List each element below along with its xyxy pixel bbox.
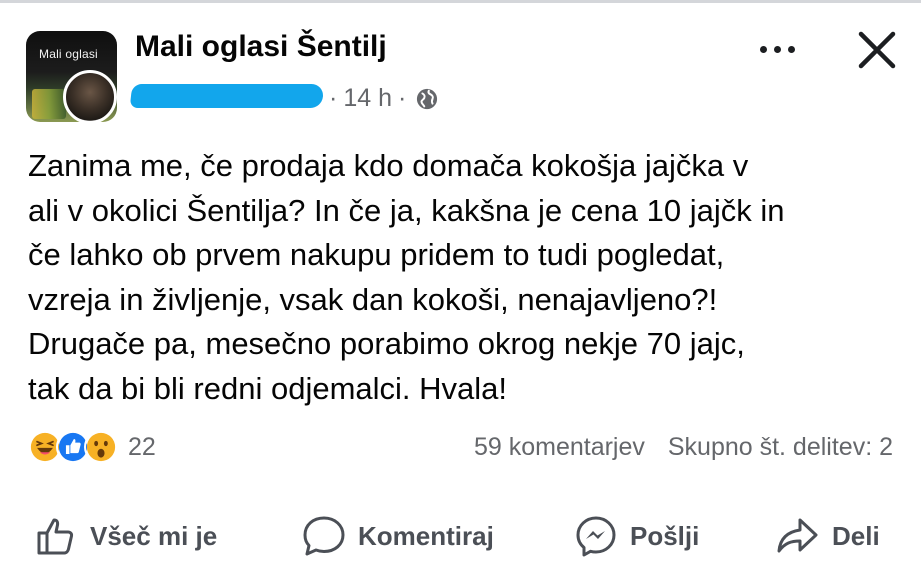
messenger-icon: [576, 516, 616, 557]
globe-icon: [416, 88, 438, 110]
author-avatar[interactable]: [63, 70, 117, 124]
post-text: Zanima me, če prodaja kdo domača kokošja…: [28, 148, 785, 406]
like-button[interactable]: Všeč mi je: [34, 508, 217, 564]
reactions-summary[interactable]: 22: [28, 430, 156, 464]
share-button[interactable]: Deli: [776, 508, 880, 564]
comment-button-label: Komentiraj: [358, 520, 494, 551]
group-avatar-image: [32, 89, 66, 119]
comments-count[interactable]: 59 komentarjev: [474, 433, 645, 461]
comment-icon: [303, 516, 345, 556]
post-stats: 59 komentarjev Skupno št. delitev: 2: [474, 433, 893, 462]
top-divider: [0, 0, 921, 3]
wow-reaction-icon: [84, 430, 118, 464]
more-options-icon[interactable]: [754, 34, 800, 64]
comment-button[interactable]: Komentiraj: [302, 508, 494, 564]
group-name[interactable]: Mali oglasi Šentilj: [135, 30, 387, 64]
thumbs-up-icon: [37, 518, 74, 555]
post-time[interactable]: 14 h: [343, 84, 392, 113]
author-name-redacted: [129, 84, 325, 108]
group-logo-text: Mali oglasi: [39, 47, 98, 61]
close-icon[interactable]: [855, 28, 899, 72]
send-button-label: Pošlji: [630, 520, 700, 551]
send-button[interactable]: Pošlji: [574, 508, 699, 564]
share-button-label: Deli: [832, 520, 880, 551]
reaction-count: 22: [128, 432, 156, 461]
share-arrow-icon: [777, 518, 818, 553]
meta-separator: ·: [398, 84, 407, 112]
post-meta: · 14 h ·: [323, 84, 438, 113]
meta-separator: ·: [329, 84, 338, 112]
action-bar: Všeč mi je Komentiraj Pošlji Deli: [0, 508, 921, 564]
like-button-label: Všeč mi je: [90, 520, 218, 551]
shares-count[interactable]: Skupno št. delitev: 2: [668, 433, 893, 461]
